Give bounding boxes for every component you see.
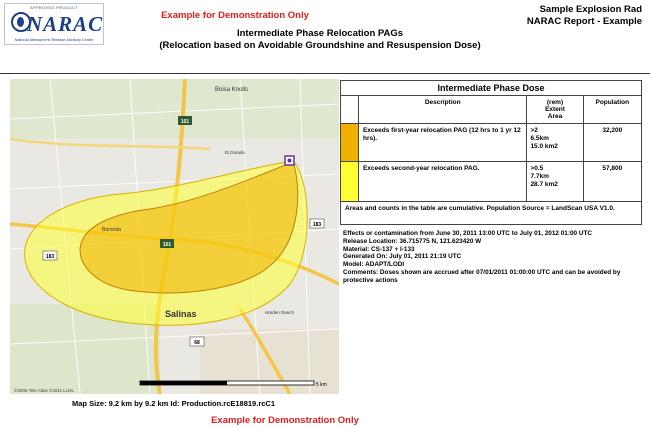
second-year-color-swatch <box>340 161 359 202</box>
material: Material: CS-137 + I-133 <box>343 245 415 253</box>
dose-map[interactable]: 101 101 183 68 183 Boisa Knolls Salinas … <box>10 79 339 394</box>
generated-on: Generated On: July 01, 2011 21:19 UTC <box>343 253 462 261</box>
map-credit: ©2005 Tele Atlas ©2011 LLNL <box>14 388 75 393</box>
model: Model: ADAPT/LODI <box>343 261 405 269</box>
map-label: Harden Ranch <box>265 310 295 315</box>
report-subtitle: (Relocation based on Avoidable Groundshi… <box>159 40 481 51</box>
report-type: NARAC Report - Example <box>526 16 642 27</box>
description-header: Description <box>357 95 528 124</box>
map-label: Boisa Knolls <box>215 87 248 93</box>
report-event-name: Sample Explosion Rad <box>539 4 642 15</box>
logo-tagline: National Atmospheric Release Advisory Ce… <box>14 38 94 42</box>
map-label: El Dorado <box>225 150 246 155</box>
map-scale-label: 5 km <box>316 382 327 388</box>
header-divider <box>0 73 650 74</box>
route-shield: 68 <box>189 336 205 347</box>
row-extent: >0.5 7.7km 28.7 km2 <box>526 161 584 202</box>
report-identifier: Sample Explosion Rad NARAC Report - Exam… <box>527 4 642 28</box>
dose-table-title: Intermediate Phase Dose <box>340 80 642 96</box>
swatch-header <box>340 95 359 124</box>
table-row: Exceeds second-year relocation PAG. >0.5… <box>340 161 643 202</box>
route-shield-label: 68 <box>194 340 200 346</box>
map-label: Boronda <box>102 227 121 233</box>
effects-window: Effects or contamination from June 30, 2… <box>343 230 592 237</box>
release-location: Release Location: 36.715775 N, 121.62342… <box>343 237 482 245</box>
route-shield-label: 101 <box>181 119 190 125</box>
row-extent: >2 6.5km 15.0 km2 <box>526 123 584 162</box>
route-shield-label: 101 <box>163 242 172 248</box>
route-shield: 101 <box>178 116 192 125</box>
demo-banner-bottom: Example for Demonstration Only <box>211 415 359 426</box>
first-year-color-swatch <box>340 123 359 162</box>
row-description: Exceeds second-year relocation PAG. <box>357 161 528 202</box>
report-title: Intermediate Phase Relocation PAGs <box>236 28 404 39</box>
route-shield: 101 <box>160 239 174 248</box>
map-caption: Map Size: 9.2 km by 9.2 km Id: Productio… <box>72 399 275 408</box>
table-row: Exceeds first-year relocation PAG (12 hr… <box>340 123 643 162</box>
population-header: Population <box>582 95 643 124</box>
table-footnote: Areas and counts in the table are cumula… <box>340 201 642 225</box>
row-description: Exceeds first-year relocation PAG (12 hr… <box>357 123 528 162</box>
map-canvas: 101 101 183 68 183 Boisa Knolls Salinas … <box>10 79 339 394</box>
demo-banner-top: Example for Demonstration Only <box>161 10 309 21</box>
route-shield: 183 <box>42 250 58 261</box>
extent-header: (rem) Extent Area <box>526 95 584 124</box>
route-shield-label: 183 <box>46 254 55 260</box>
route-shield: 183 <box>309 218 325 229</box>
route-shield-label: 183 <box>313 222 322 228</box>
dose-table: Intermediate Phase Dose Description (rem… <box>340 80 643 225</box>
release-details: Effects or contamination from June 30, 2… <box>343 230 643 285</box>
comments: Comments: Doses shown are accrued after … <box>343 268 621 284</box>
row-population: 32,200 <box>582 123 643 162</box>
row-population: 57,800 <box>582 161 643 202</box>
map-label: Salinas <box>165 309 197 319</box>
